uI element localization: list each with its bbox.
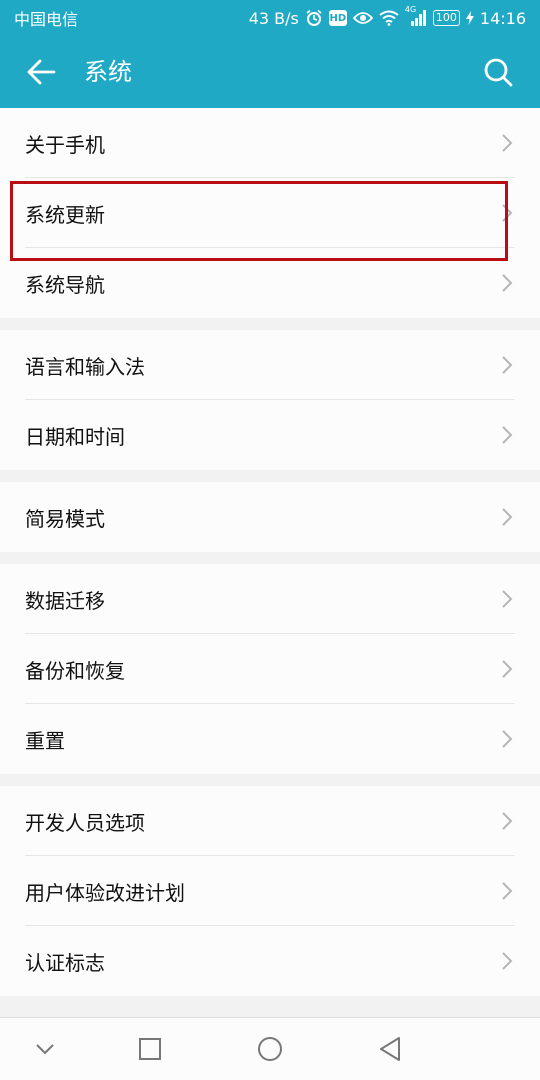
nav-home-button[interactable] <box>255 1034 285 1064</box>
chevron-right-icon <box>502 426 513 444</box>
chevron-right-icon <box>502 508 513 526</box>
settings-item[interactable]: 认证标志 <box>0 926 540 996</box>
chevron-right-icon <box>502 730 513 748</box>
chevron-right-icon <box>502 812 513 830</box>
settings-item[interactable]: 开发人员选项 <box>0 786 540 856</box>
chevron-right-icon <box>502 134 513 152</box>
nav-hide-button[interactable] <box>30 1034 60 1064</box>
settings-item[interactable]: 数据迁移 <box>0 564 540 634</box>
settings-item-label: 认证标志 <box>25 950 105 975</box>
settings-item-label: 开发人员选项 <box>25 810 145 835</box>
clock: 14:16 <box>479 8 526 28</box>
status-bar: 中国电信 43 B/s HD 4G 100 14:16 <box>0 0 540 36</box>
chevron-right-icon <box>502 356 513 374</box>
highlight-box <box>10 181 508 261</box>
chevron-right-icon <box>502 274 513 292</box>
wifi-icon <box>379 10 399 26</box>
chevron-right-icon <box>502 882 513 900</box>
section-gap <box>0 318 540 330</box>
settings-item-label: 语言和输入法 <box>25 354 145 379</box>
settings-item[interactable]: 重置 <box>0 704 540 774</box>
search-icon <box>484 58 513 87</box>
hd-voice-icon: HD <box>328 10 347 26</box>
settings-item[interactable]: 语言和输入法 <box>0 330 540 400</box>
circle-home-icon <box>258 1037 282 1061</box>
settings-item-label: 系统导航 <box>25 272 105 297</box>
carrier-label: 中国电信 <box>14 10 79 29</box>
triangle-back-icon <box>380 1037 400 1061</box>
chevron-right-icon <box>502 590 513 608</box>
network-type: 4G <box>404 5 417 14</box>
back-button[interactable] <box>24 54 60 90</box>
settings-group: 语言和输入法 日期和时间 <box>0 330 540 470</box>
search-button[interactable] <box>480 54 516 90</box>
section-gap <box>0 470 540 482</box>
battery-icon: 100 <box>432 10 460 26</box>
nav-recents-button[interactable] <box>135 1034 165 1064</box>
nav-back-button[interactable] <box>375 1034 405 1064</box>
status-icons: 43 B/s HD 4G 100 14:16 <box>248 5 526 28</box>
alarm-icon <box>305 9 323 27</box>
section-gap <box>0 774 540 786</box>
settings-item-label: 日期和时间 <box>25 424 125 449</box>
chevron-right-icon <box>502 660 513 678</box>
app-bar: 系统 <box>0 36 540 108</box>
section-gap <box>0 552 540 564</box>
chevron-down-icon <box>36 1044 54 1055</box>
settings-group: 开发人员选项用户体验改进计划 认证标志 <box>0 786 540 996</box>
settings-item-label: 备份和恢复 <box>25 658 125 683</box>
arrow-left-icon <box>27 59 56 85</box>
settings-item-label: 重置 <box>25 728 65 753</box>
settings-item[interactable]: 日期和时间 <box>0 400 540 470</box>
settings-item-label: 简易模式 <box>25 506 105 531</box>
square-recents-icon <box>139 1038 161 1060</box>
eye-icon <box>352 11 373 25</box>
settings-item[interactable]: 简易模式 <box>0 482 540 552</box>
settings-item-label: 数据迁移 <box>25 588 105 613</box>
page-title: 系统 <box>84 58 132 86</box>
settings-group: 数据迁移备份和恢复重置 <box>0 564 540 774</box>
settings-item[interactable]: 用户体验改进计划 <box>0 856 540 926</box>
navigation-bar <box>0 1017 540 1080</box>
settings-item[interactable]: 关于手机 <box>0 108 540 178</box>
settings-item-label: 用户体验改进计划 <box>25 880 185 905</box>
settings-group: 简易模式 <box>0 482 540 552</box>
network-speed: 43 B/s <box>248 8 299 28</box>
settings-item[interactable]: 备份和恢复 <box>0 634 540 704</box>
charging-icon <box>465 11 474 25</box>
settings-item-label: 关于手机 <box>25 132 105 157</box>
chevron-right-icon <box>502 952 513 970</box>
signal-icon: 4G <box>405 5 427 26</box>
